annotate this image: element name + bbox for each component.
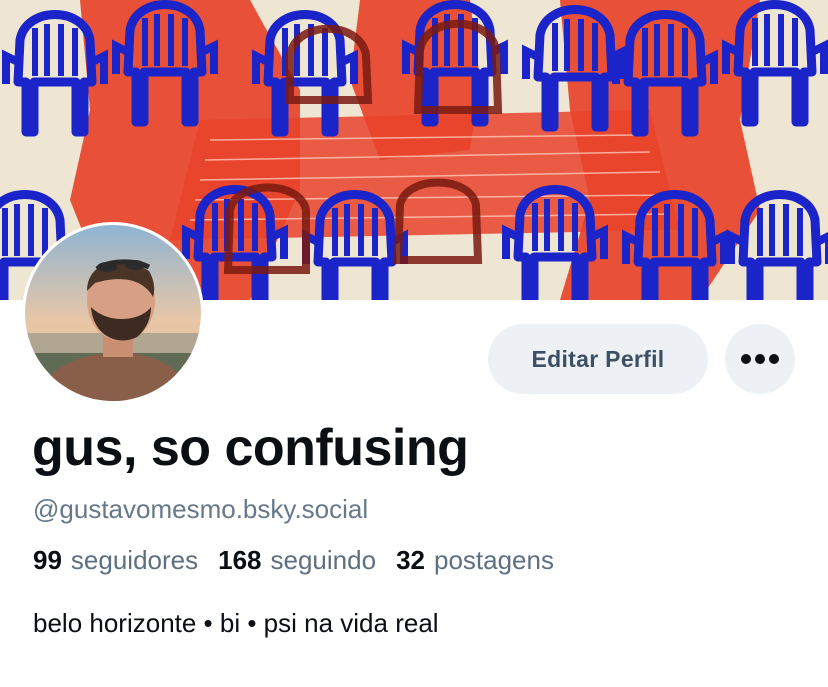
following-stat[interactable]: 168 seguindo — [218, 545, 376, 576]
display-name: gus, so confusing — [32, 419, 469, 477]
profile-avatar[interactable] — [22, 222, 204, 404]
posts-count: 32 — [396, 545, 425, 575]
profile-stats: 99 seguidores 168 seguindo 32 postagens — [33, 545, 554, 576]
ellipsis-icon — [741, 354, 779, 364]
profile-bio: belo horizonte • bi • psi na vida real — [33, 608, 439, 638]
followers-stat[interactable]: 99 seguidores — [33, 545, 198, 576]
posts-label: postagens — [433, 545, 554, 575]
following-label: seguindo — [270, 545, 377, 575]
followers-count: 99 — [33, 545, 62, 575]
more-options-button[interactable] — [725, 324, 795, 394]
edit-profile-button[interactable]: Editar Perfil — [488, 324, 708, 394]
posts-stat: 32 postagens — [396, 545, 554, 576]
following-count: 168 — [218, 545, 262, 575]
followers-label: seguidores — [70, 545, 199, 575]
avatar-photo — [25, 225, 201, 401]
user-handle: @gustavomesmo.bsky.social — [33, 494, 369, 524]
